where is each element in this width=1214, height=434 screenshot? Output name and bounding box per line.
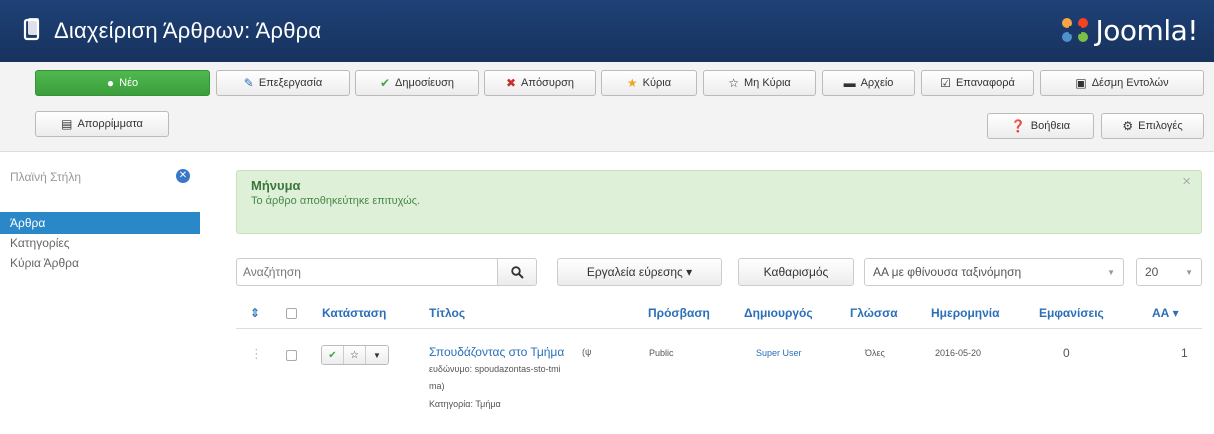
joomla-logo[interactable]: Joomla! — [1058, 12, 1199, 48]
article-alias-line-1: (ψ — [582, 347, 592, 357]
check-icon: ✔ — [379, 76, 391, 90]
question-circle-icon: ❓ — [1010, 119, 1026, 133]
star-outline-icon: ☆ — [728, 76, 739, 90]
success-message: Μήνυμα Το άρθρο αποθηκεύτηκε επιτυχώς. × — [236, 170, 1202, 234]
trash-button[interactable]: ▤ Απορρίμματα — [35, 111, 169, 137]
options-button-label: Επιλογές — [1138, 120, 1183, 132]
unfeatured-button[interactable]: ☆ Μη Κύρια — [703, 70, 816, 96]
page-title: Διαχείριση Άρθρων: Άρθρα — [54, 18, 322, 43]
chevron-down-icon: ▼ — [1185, 268, 1193, 277]
plus-circle-icon: ● — [106, 76, 115, 90]
unpublish-button[interactable]: ✖ Απόσυρση — [484, 70, 596, 96]
archive-button-label: Αρχείο — [860, 77, 894, 89]
archive-button[interactable]: ▬ Αρχείο — [822, 70, 915, 96]
document-icon — [23, 18, 40, 41]
batch-button[interactable]: ▣ Δέσμη Εντολών — [1040, 70, 1204, 96]
publish-button[interactable]: ✔ Δημοσίευση — [355, 70, 479, 96]
article-alias-line-3: ma) — [429, 381, 445, 391]
article-language: Όλες — [865, 348, 885, 358]
sidebar-filter-label: Πλαϊνή Στήλη — [10, 170, 82, 184]
row-checkbox[interactable] — [286, 350, 297, 361]
article-access: Public — [649, 348, 674, 358]
edit-button[interactable]: ✎ Επεξεργασία — [216, 70, 350, 96]
batch-icon: ▣ — [1075, 76, 1087, 90]
new-button-label: Νέο — [119, 77, 139, 89]
clear-button[interactable]: Καθαρισμός — [738, 258, 854, 286]
sidebar-toggle[interactable]: Πλαϊνή Στήλη ✕ — [0, 152, 205, 200]
checkbox-icon: ☑ — [940, 76, 951, 90]
featured-button-label: Κύρια — [642, 77, 672, 89]
column-header-author[interactable]: Δημιουργός — [744, 306, 813, 320]
article-category: Κατηγορία: Τμήμα — [429, 399, 501, 409]
column-header-language[interactable]: Γλώσσα — [850, 306, 898, 320]
checkin-button-label: Επαναφορά — [955, 77, 1015, 89]
edit-icon: ✎ — [243, 76, 254, 90]
sidebar-item-articles[interactable]: Άρθρα — [0, 212, 200, 234]
brand-name: Joomla! — [1095, 13, 1199, 47]
message-body: Το άρθρο αποθηκεύτηκε επιτυχώς. — [251, 195, 421, 207]
column-header-status[interactable]: Κατάσταση — [322, 306, 386, 320]
select-all-checkbox[interactable] — [286, 308, 297, 319]
app-header: Διαχείριση Άρθρων: Άρθρα Joomla! — [0, 0, 1214, 62]
featured-button[interactable]: ★ Κύρια — [601, 70, 697, 96]
joomla-logo-icon — [1061, 18, 1088, 42]
message-heading: Μήνυμα — [251, 178, 301, 193]
help-button-label: Βοήθεια — [1030, 120, 1071, 132]
batch-button-label: Δέσμη Εντολών — [1091, 77, 1169, 89]
article-title-link[interactable]: Σπουδάζοντας στο Τμήμα — [429, 345, 564, 359]
sort-column-header[interactable]: ⇕ — [250, 306, 260, 320]
search-button[interactable] — [497, 258, 537, 286]
sidebar-close-icon[interactable]: ✕ — [176, 169, 190, 183]
unfeatured-button-label: Μη Κύρια — [744, 77, 791, 89]
ordering-select-value: ΑΑ με φθίνουσα ταξινόμηση — [873, 265, 1022, 279]
article-alias-line-2: ευδώνυμο: spoudazontas-sto-tmi — [429, 364, 561, 374]
sidebar-item-categories[interactable]: Κατηγορίες — [0, 232, 200, 254]
edit-button-label: Επεξεργασία — [258, 77, 323, 89]
trash-button-label: Απορρίμματα — [77, 118, 143, 130]
column-header-date[interactable]: Ημερομηνία — [931, 306, 1000, 320]
new-button[interactable]: ● Νέο — [35, 70, 210, 96]
help-button[interactable]: ❓ Βοήθεια — [987, 113, 1094, 139]
table-header-divider — [236, 328, 1202, 329]
drag-handle-icon[interactable]: ⋮ — [250, 346, 263, 362]
options-button[interactable]: ⚙ Επιλογές — [1101, 113, 1204, 139]
trash-icon: ▤ — [61, 117, 73, 131]
featured-toggle[interactable]: ☆ — [344, 346, 366, 364]
close-icon[interactable]: × — [1182, 173, 1191, 190]
checkin-button[interactable]: ☑ Επαναφορά — [921, 70, 1034, 96]
article-date: 2016-05-20 — [935, 348, 982, 358]
sidebar-item-featured[interactable]: Κύρια Άρθρα — [0, 252, 200, 274]
actions-dropdown[interactable]: ▼ — [366, 346, 388, 364]
column-header-id[interactable]: ΑΑ ▾ — [1152, 306, 1179, 320]
column-header-title[interactable]: Τίτλος — [429, 306, 465, 320]
column-header-access[interactable]: Πρόσβαση — [648, 306, 710, 320]
article-id: 1 — [1181, 346, 1188, 360]
published-toggle[interactable]: ✔ — [322, 346, 344, 364]
status-button-group: ✔ ☆ ▼ — [321, 345, 389, 365]
star-outline-icon: ☆ — [350, 349, 359, 361]
toolbar: ● Νέο ✎ Επεξεργασία ✔ Δημοσίευση ✖ Απόσυ… — [0, 62, 1214, 152]
column-header-hits[interactable]: Εμφανίσεις — [1039, 306, 1104, 320]
unpublish-button-label: Απόσυρση — [521, 77, 575, 89]
publish-button-label: Δημοσίευση — [395, 77, 455, 89]
chevron-down-icon: ▼ — [1107, 268, 1115, 277]
star-icon: ★ — [626, 76, 638, 90]
sidebar: Πλαϊνή Στήλη ✕ Άρθρα Κατηγορίες Κύρια Άρ… — [0, 152, 205, 434]
article-author-link[interactable]: Super User — [756, 348, 802, 358]
search-input[interactable] — [236, 258, 498, 286]
limit-select[interactable]: 20 ▼ — [1136, 258, 1202, 286]
check-icon: ✔ — [328, 349, 337, 361]
gear-icon: ⚙ — [1122, 119, 1134, 133]
article-hits: 0 — [1063, 346, 1070, 360]
close-circle-icon: ✖ — [505, 76, 517, 90]
archive-icon: ▬ — [843, 76, 856, 90]
chevron-down-icon: ▼ — [373, 350, 381, 360]
search-icon — [510, 265, 524, 279]
ordering-select[interactable]: ΑΑ με φθίνουσα ταξινόμηση ▼ — [864, 258, 1124, 286]
limit-select-value: 20 — [1145, 265, 1159, 279]
search-tools-button[interactable]: Εργαλεία εύρεσης ▾ — [557, 258, 722, 286]
